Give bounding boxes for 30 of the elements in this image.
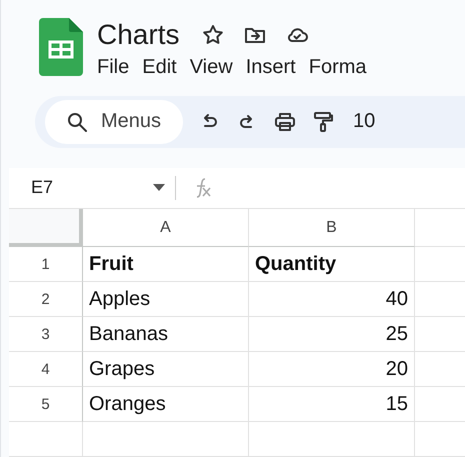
menu-item[interactable]: Edit <box>142 56 190 79</box>
row-header[interactable]: 1 <box>9 247 83 282</box>
table-cell: Grapes <box>83 352 249 387</box>
search-field[interactable]: Menus <box>45 100 183 144</box>
zoom-level[interactable]: 10 <box>353 110 376 134</box>
table-cell: Quantity <box>249 247 415 282</box>
table-cell: 25 <box>249 317 415 352</box>
table-cell: Oranges <box>83 387 249 422</box>
table-cell: Bananas <box>83 317 249 352</box>
table-cell: Fruit <box>83 247 249 282</box>
column-header[interactable]: B <box>249 209 415 247</box>
menu-item[interactable]: Forma <box>308 56 380 79</box>
row-header[interactable]: 4 <box>9 352 83 387</box>
row-header[interactable]: 2 <box>9 282 83 317</box>
paint-roller-icon[interactable] <box>311 110 335 134</box>
table-cell: Apples <box>83 282 249 317</box>
cell-reference[interactable]: E7 <box>9 177 153 198</box>
row-header[interactable]: 3 <box>9 317 83 352</box>
star-icon[interactable] <box>201 23 226 47</box>
dropdown-caret-icon[interactable] <box>153 184 165 192</box>
table-cell: 15 <box>249 387 415 422</box>
table-cell: 20 <box>249 352 415 387</box>
menu-item[interactable]: Insert <box>246 56 309 79</box>
document-title[interactable]: Charts <box>97 19 180 51</box>
row-header[interactable]: 5 <box>9 387 83 422</box>
menu-item[interactable]: File <box>97 56 142 79</box>
menu-item[interactable]: View <box>190 56 246 79</box>
spreadsheet-logo-icon[interactable] <box>39 18 83 76</box>
table-cell: 40 <box>249 282 415 317</box>
column-header[interactable]: A <box>83 209 249 247</box>
